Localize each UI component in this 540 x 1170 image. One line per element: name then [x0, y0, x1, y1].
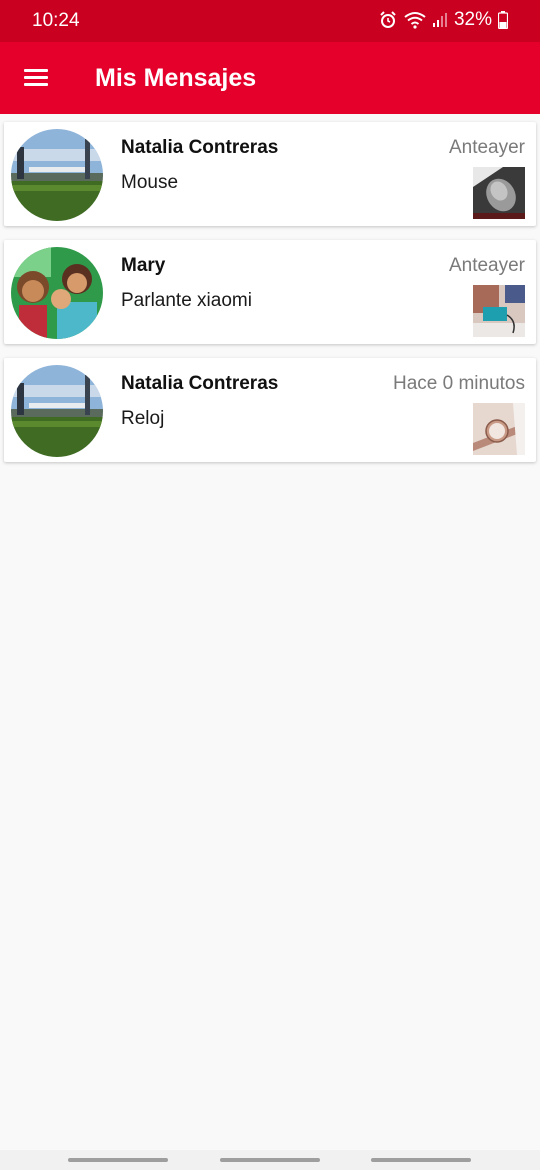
- message-preview: Parlante xiaomi: [121, 290, 252, 311]
- conversation-item[interactable]: Natalia Contreras Hace 0 minutos Reloj: [4, 358, 536, 462]
- product-thumbnail: [473, 167, 525, 219]
- system-nav-bar: [0, 1150, 540, 1170]
- contact-name: Natalia Contreras: [121, 373, 279, 394]
- hamburger-menu-icon[interactable]: [24, 66, 50, 90]
- avatar[interactable]: [11, 129, 103, 221]
- nav-home-button[interactable]: [220, 1158, 320, 1162]
- product-thumbnail: [473, 403, 525, 455]
- signal-icon: [432, 12, 448, 28]
- alarm-icon: [378, 10, 398, 30]
- wifi-icon: [404, 11, 426, 29]
- message-preview: Mouse: [121, 172, 179, 193]
- status-time: 10:24: [32, 10, 80, 31]
- product-thumbnail: [473, 285, 525, 337]
- message-time: Anteayer: [448, 255, 525, 276]
- message-time: Hace 0 minutos: [392, 373, 525, 394]
- nav-back-button[interactable]: [371, 1158, 471, 1162]
- contact-name: Natalia Contreras: [121, 137, 279, 158]
- conversation-item[interactable]: Mary Anteayer Parlante xiaomi: [4, 240, 536, 344]
- app-bar: Mis Mensajes: [0, 42, 540, 114]
- contact-name: Mary: [121, 255, 166, 276]
- page-title: Mis Mensajes: [95, 64, 257, 92]
- battery-icon: [498, 11, 508, 29]
- battery-percent: 32%: [453, 9, 492, 30]
- avatar[interactable]: [11, 365, 103, 457]
- avatar[interactable]: [11, 247, 103, 339]
- nav-recents-button[interactable]: [68, 1158, 168, 1162]
- message-time: Anteayer: [448, 137, 525, 158]
- status-bar: 10:24 32%: [0, 0, 540, 42]
- conversation-item[interactable]: Natalia Contreras Anteayer Mouse: [4, 122, 536, 226]
- message-preview: Reloj: [121, 408, 165, 429]
- status-icons: 32%: [378, 9, 508, 31]
